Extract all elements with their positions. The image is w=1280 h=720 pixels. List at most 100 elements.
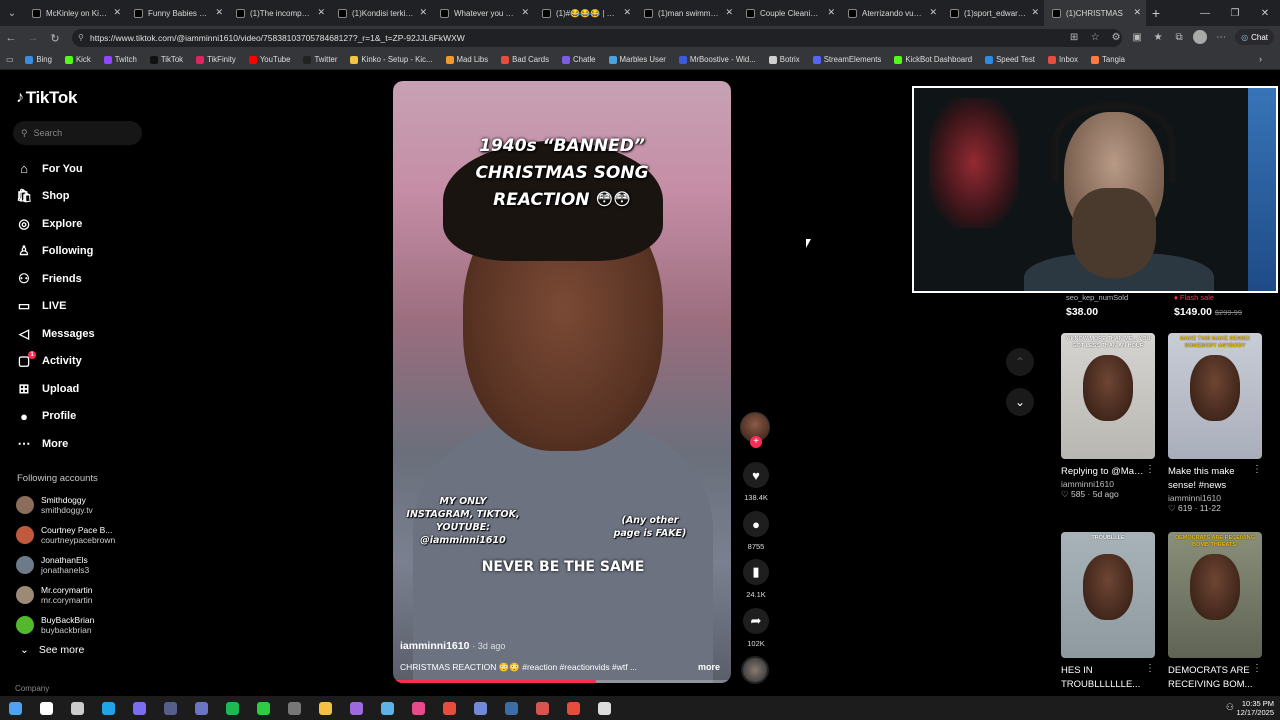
bookmark-item[interactable]: Kick <box>64 55 91 64</box>
site-info-icon[interactable]: ⚲ <box>78 33 84 42</box>
more-options-icon[interactable]: ⋮ <box>1252 663 1262 674</box>
bookmark-item[interactable]: Twitter <box>303 55 337 64</box>
browser-tab[interactable]: (1)CHRISTMAS ✕ <box>1044 0 1146 26</box>
bookmark-item[interactable]: TikTok <box>149 55 183 64</box>
follow-plus-icon[interactable]: + <box>750 436 762 448</box>
bookmark-item[interactable]: Twitch <box>103 55 137 64</box>
bookmark-star-icon[interactable]: ☆ <box>1088 30 1102 44</box>
favorites-icon[interactable]: ★ <box>1151 30 1165 44</box>
app-icon-3[interactable] <box>248 696 279 720</box>
browser-tab[interactable]: Funny Babies Being✕ <box>126 0 228 26</box>
nav-item-live[interactable]: ▭ LIVE <box>16 293 95 321</box>
nav-item-explore[interactable]: ◎ Explore <box>16 210 95 238</box>
bookmark-item[interactable]: Botrix <box>768 55 800 64</box>
following-account[interactable]: Smithdoggy smithdoggy.tv <box>16 490 115 520</box>
new-tab-button[interactable]: + <box>1146 5 1166 21</box>
app-icon-6[interactable] <box>372 696 403 720</box>
spotify-icon[interactable] <box>217 696 248 720</box>
app-icon-7[interactable] <box>403 696 434 720</box>
nav-item-for-you[interactable]: ⌂ For You <box>16 155 95 183</box>
browser-tab[interactable]: (1)The incompetenc✕ <box>228 0 330 26</box>
url-field[interactable]: ⚲ https://www.tiktok.com/@iamminni1610/v… <box>72 29 1122 47</box>
bookmark-item[interactable]: StreamElements <box>812 55 881 64</box>
extensions-icon[interactable]: ⚙ <box>1109 30 1123 44</box>
browser-tab[interactable]: McKinley on Kick (8✕ <box>24 0 126 26</box>
bookmark-item[interactable]: TikFinity <box>196 55 236 64</box>
nav-item-profile[interactable]: ● Profile <box>16 403 95 431</box>
bookmark-item[interactable]: Bad Cards <box>501 55 549 64</box>
share-button[interactable]: ➦ 102K <box>742 608 770 648</box>
nav-item-friends[interactable]: ⚇ Friends <box>16 265 95 293</box>
related-video-card[interactable]: Y'KNOW MORE THAN ME... YOU GOT LESS THAN… <box>1061 333 1155 500</box>
close-tab-icon[interactable]: ✕ <box>827 7 835 18</box>
bookmark-item[interactable]: Kinko - Setup - Kic... <box>350 55 433 64</box>
nav-item-messages[interactable]: ◁ Messages <box>16 320 95 348</box>
video-author[interactable]: iamminni1610 · 3d ago <box>400 640 505 652</box>
close-tab-icon[interactable]: ✕ <box>623 7 631 18</box>
more-options-icon[interactable]: ⋮ <box>1252 464 1262 475</box>
browser-tab[interactable]: (1)sport_edward_06✕ <box>942 0 1044 26</box>
system-clock[interactable]: 10:35 PM 12/17/2025 <box>1236 699 1274 717</box>
like-button[interactable]: ♥ 138.4K <box>742 462 770 502</box>
browser-tab[interactable]: (1)#😂😂😂 | Funn ✕ <box>534 0 636 26</box>
bookmark-item[interactable]: Mad Libs <box>445 55 488 64</box>
split-screen-icon[interactable]: ▣ <box>1130 30 1144 44</box>
profile-avatar[interactable] <box>1193 30 1208 44</box>
previous-video-button[interactable]: ⌃ <box>1006 348 1034 376</box>
bookmark-item[interactable]: Inbox <box>1047 55 1078 64</box>
following-account[interactable]: Courtney Pace B... courtneypacebrown <box>16 520 115 550</box>
close-tab-icon[interactable]: ✕ <box>725 7 733 18</box>
app-icon-9[interactable] <box>465 696 496 720</box>
close-window-icon[interactable]: ✕ <box>1250 0 1280 26</box>
app-icon-10[interactable] <box>496 696 527 720</box>
app-icon-1[interactable] <box>155 696 186 720</box>
close-tab-icon[interactable]: ✕ <box>1133 7 1141 18</box>
app-icon-8[interactable] <box>434 696 465 720</box>
following-account[interactable]: JonathanEls jonathanels3 <box>16 550 115 580</box>
browser-menu-icon[interactable]: ⋯ <box>1214 30 1228 44</box>
nav-item-upload[interactable]: ⊞ Upload <box>16 375 95 403</box>
bookmark-item[interactable]: Tangia <box>1091 55 1125 64</box>
copilot-chat-button[interactable]: ◎ Chat <box>1235 29 1274 45</box>
close-tab-icon[interactable]: ✕ <box>419 7 427 18</box>
close-tab-icon[interactable]: ✕ <box>215 7 223 18</box>
browser-tab[interactable]: Aterrizando vuelos ✕ <box>840 0 942 26</box>
nav-item-following[interactable]: ♙ Following <box>16 238 95 266</box>
back-icon[interactable]: ← <box>0 26 22 50</box>
search-input[interactable]: ⚲ Search <box>13 121 142 145</box>
close-tab-icon[interactable]: ✕ <box>929 7 937 18</box>
chrome-icon[interactable] <box>124 696 155 720</box>
related-video-card[interactable]: MAKE THIS MAKE SENSE! SOMEBODY ANYBODY M… <box>1168 333 1262 514</box>
close-tab-icon[interactable]: ✕ <box>521 7 529 18</box>
settings-icon[interactable] <box>589 696 620 720</box>
nav-item-shop[interactable]: 🛍 Shop <box>16 183 95 211</box>
collections-icon[interactable]: ⧉ <box>1172 30 1186 44</box>
bookmark-item[interactable]: Bing <box>25 55 52 64</box>
tiktok-logo[interactable]: ♪ TikTok <box>16 88 77 108</box>
close-tab-icon[interactable]: ✕ <box>317 7 325 18</box>
following-account[interactable]: BuyBackBrian buybackbrian <box>16 610 115 640</box>
more-options-icon[interactable]: ⋮ <box>1145 663 1155 674</box>
app-icon-4[interactable] <box>279 696 310 720</box>
browser-tab[interactable]: (1)Kondisi terkini m ✕ <box>330 0 432 26</box>
search-icon[interactable] <box>31 696 62 720</box>
bookmark-item[interactable]: KickBot Dashboard <box>894 55 972 64</box>
task-view-icon[interactable] <box>62 696 93 720</box>
comment-button[interactable]: ● 8755 <box>742 511 770 551</box>
next-video-button[interactable]: ⌄ <box>1006 388 1034 416</box>
company-link[interactable]: Company <box>15 684 49 693</box>
bookmark-item[interactable]: YouTube <box>248 55 290 64</box>
edge-icon[interactable] <box>93 696 124 720</box>
video-progress-bar[interactable] <box>393 680 731 683</box>
see-more-button[interactable]: ⌄ See more <box>20 644 84 656</box>
product-card-1[interactable]: seo_kep_numSold $38.00 <box>1066 293 1128 318</box>
close-tab-icon[interactable]: ✕ <box>113 7 121 18</box>
bookmark-item[interactable]: MrBoostive - Wid... <box>678 55 756 64</box>
browser-tab[interactable]: Whatever you do " I✕ <box>432 0 534 26</box>
app-icon-5[interactable] <box>341 696 372 720</box>
bookmarks-menu-icon[interactable]: ▭ <box>6 55 13 64</box>
minimize-icon[interactable]: — <box>1190 0 1220 26</box>
more-options-icon[interactable]: ⋮ <box>1145 464 1155 475</box>
video-player[interactable]: 1940s “BANNED” CHRISTMAS SONG REACTION 😳… <box>393 81 731 683</box>
related-video-card[interactable]: DEMOCRATS ARE RECEIVING BOMB THREATS! DE… <box>1168 532 1262 692</box>
